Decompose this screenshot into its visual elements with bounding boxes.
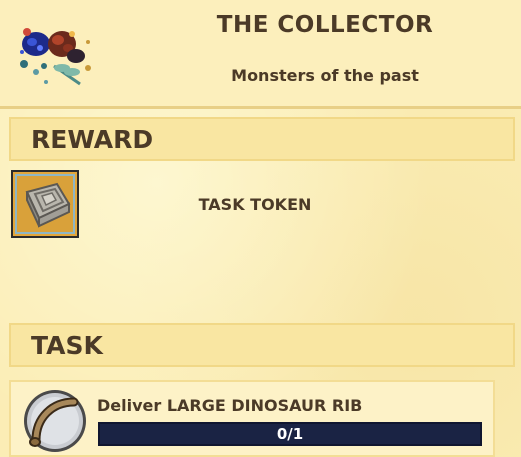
task-progress-bar: 0/1: [98, 422, 482, 446]
fossil-collection-icon: [20, 28, 91, 86]
quest-header: THE COLLECTOR Monsters of the past: [0, 0, 521, 109]
quest-subtitle: Monsters of the past: [231, 66, 419, 85]
task-row[interactable]: Deliver LARGE DINOSAUR RIB 0/1: [9, 380, 495, 457]
quest-panel: THE COLLECTOR Monsters of the past REWAR…: [0, 0, 521, 457]
task-description: Deliver LARGE DINOSAUR RIB: [97, 396, 363, 415]
reward-item-name: TASK TOKEN: [198, 195, 312, 214]
reward-section-label: REWARD: [31, 125, 154, 154]
reward-section-header: REWARD: [9, 117, 515, 161]
task-section-header: TASK: [9, 323, 515, 367]
dinosaur-rib-icon: [24, 390, 86, 452]
reward-item-slot[interactable]: [11, 170, 79, 238]
task-section-label: TASK: [31, 331, 103, 360]
task-progress-text: 0/1: [276, 425, 304, 443]
reward-item-frame: [15, 174, 75, 234]
task-token-icon: [25, 182, 71, 228]
quest-title: THE COLLECTOR: [216, 12, 434, 38]
